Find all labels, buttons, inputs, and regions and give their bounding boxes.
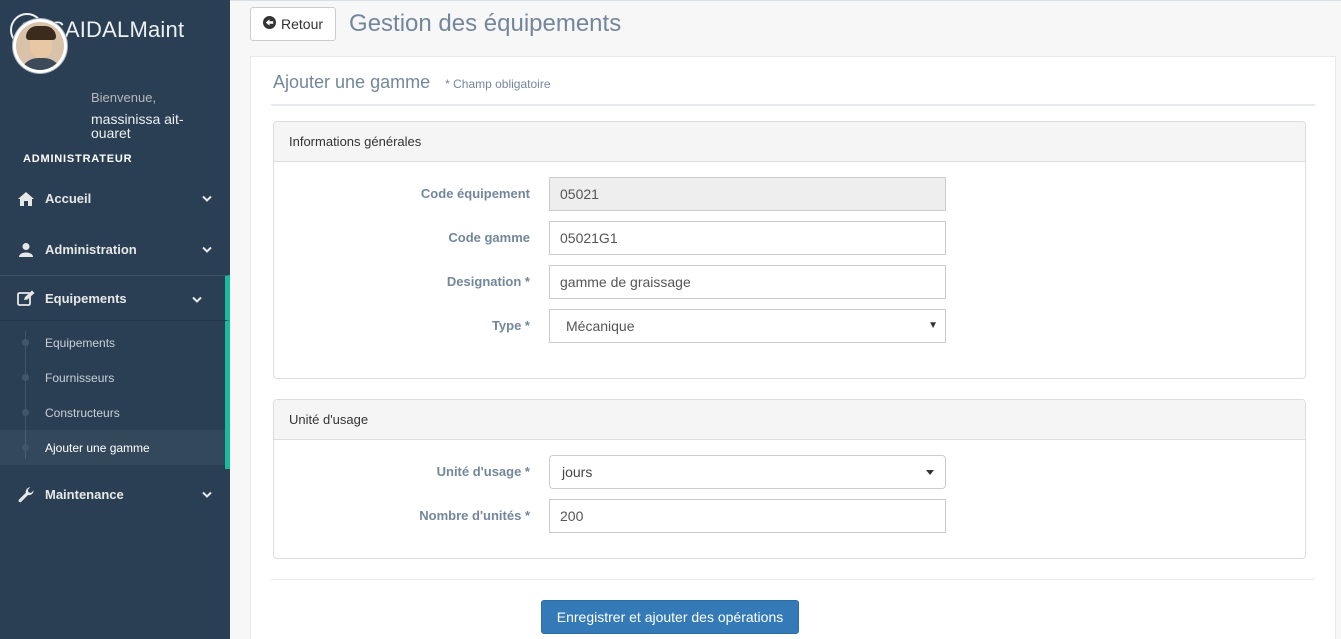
- edit-icon: [16, 289, 36, 307]
- divider: [271, 579, 1315, 580]
- sidebar-item-label: Equipements: [45, 290, 127, 306]
- code-equipement-row: Code équipement 05021: [274, 177, 1305, 211]
- wrench-icon: [16, 486, 36, 504]
- user-name: massinissa ait-ouaret: [91, 111, 184, 141]
- chevron-down-icon: [202, 242, 212, 257]
- form-panel: Ajouter une gamme * Champ obligatoire In…: [250, 56, 1336, 639]
- avatar: [12, 18, 68, 74]
- main-content: Retour Gestion des équipements Ajouter u…: [230, 0, 1341, 639]
- bullet-icon: [22, 374, 29, 381]
- back-button-label: Retour: [281, 16, 324, 32]
- code-gamme-row: Code gamme 05021G1: [274, 221, 1305, 255]
- designation-row: Designation * gamme de graissage: [274, 265, 1305, 299]
- user-role: ADMINISTRATEUR: [23, 153, 133, 165]
- required-note: * Champ obligatoire: [445, 77, 551, 91]
- sidebar-item-maintenance[interactable]: Maintenance: [0, 469, 230, 520]
- submenu-item-constructeurs[interactable]: Constructeurs: [0, 395, 225, 430]
- app-title: SAIDALMaint: [50, 17, 185, 42]
- bullet-icon: [22, 409, 29, 416]
- submenu-item-equipements[interactable]: Equipements: [0, 325, 225, 360]
- type-value: Mécanique: [566, 318, 635, 334]
- submenu-item-fournisseurs[interactable]: Fournisseurs: [0, 360, 225, 395]
- side-menu: Accueil Administration Equipements Equip…: [0, 173, 230, 520]
- type-select[interactable]: Mécanique ▼: [549, 309, 946, 343]
- circle-arrow-left-icon: [263, 16, 276, 32]
- submenu-item-label: Fournisseurs: [45, 370, 115, 385]
- chevron-down-icon: [202, 487, 212, 502]
- sidebar-item-administration[interactable]: Administration: [0, 224, 230, 275]
- caret-down-icon: [926, 470, 934, 475]
- code-equipement-label: Code équipement: [420, 186, 530, 201]
- code-gamme-field[interactable]: 05021G1: [549, 221, 946, 255]
- bullet-icon: [22, 339, 29, 346]
- type-row: Type * Mécanique ▼: [274, 309, 1305, 343]
- page-header: Retour Gestion des équipements: [250, 7, 621, 41]
- equipements-submenu: Equipements Fournisseurs Constructeurs A…: [0, 321, 230, 469]
- designation-value: gamme de graissage: [560, 274, 691, 290]
- general-info-title: Informations générales: [274, 122, 1305, 162]
- sidebar-item-equipements[interactable]: Equipements: [0, 275, 230, 321]
- unite-select[interactable]: jours: [549, 455, 946, 489]
- usage-title: Unité d'usage: [274, 400, 1305, 440]
- sidebar-item-label: Administration: [45, 242, 137, 257]
- caret-down-icon: ▼: [928, 320, 938, 331]
- sidebar-item-label: Maintenance: [45, 487, 124, 502]
- submenu-item-label: Constructeurs: [45, 405, 120, 420]
- code-equipement-field: 05021: [549, 177, 946, 211]
- unite-row: Unité d'usage * jours: [274, 455, 1305, 489]
- sidebar-item-label: Accueil: [45, 191, 92, 206]
- nombre-field[interactable]: 200: [549, 499, 946, 533]
- sidebar: SAIDALMaint Bienvenue, massinissa ait-ou…: [0, 0, 230, 639]
- welcome-label: Bienvenue,: [91, 90, 157, 105]
- home-icon: [16, 190, 36, 208]
- form-title: Ajouter une gamme: [273, 72, 431, 92]
- page-title: Gestion des équipements: [349, 10, 622, 37]
- nombre-label: Nombre d'unités *: [419, 508, 530, 523]
- code-gamme-label: Code gamme: [448, 230, 530, 245]
- bullet-icon: [22, 444, 29, 451]
- general-info-box: Informations générales Code équipement 0…: [273, 121, 1306, 379]
- nombre-value: 200: [560, 508, 584, 524]
- sidebar-item-accueil[interactable]: Accueil: [0, 173, 230, 224]
- code-equipement-value: 05021: [560, 186, 599, 202]
- divider: [271, 104, 1315, 106]
- designation-label: Designation *: [446, 274, 530, 289]
- usage-box: Unité d'usage Unité d'usage * jours Nomb…: [273, 399, 1306, 559]
- user-icon: [16, 241, 36, 259]
- submit-button[interactable]: Enregistrer et ajouter des opérations: [541, 600, 799, 634]
- nombre-row: Nombre d'unités * 200: [274, 499, 1305, 533]
- unite-value: jours: [562, 464, 593, 480]
- chevron-down-icon: [192, 292, 202, 307]
- code-gamme-value: 05021G1: [560, 230, 618, 246]
- back-button[interactable]: Retour: [250, 7, 337, 41]
- chevron-down-icon: [202, 191, 212, 206]
- designation-field[interactable]: gamme de graissage: [549, 265, 946, 299]
- panel-title: Ajouter une gamme * Champ obligatoire: [273, 72, 551, 93]
- submenu-item-label: Equipements: [45, 335, 116, 350]
- submenu-item-ajouter-gamme[interactable]: Ajouter une gamme: [0, 430, 225, 465]
- submenu-item-label: Ajouter une gamme: [45, 440, 150, 455]
- type-label: Type *: [491, 318, 530, 333]
- unite-label: Unité d'usage *: [436, 464, 530, 479]
